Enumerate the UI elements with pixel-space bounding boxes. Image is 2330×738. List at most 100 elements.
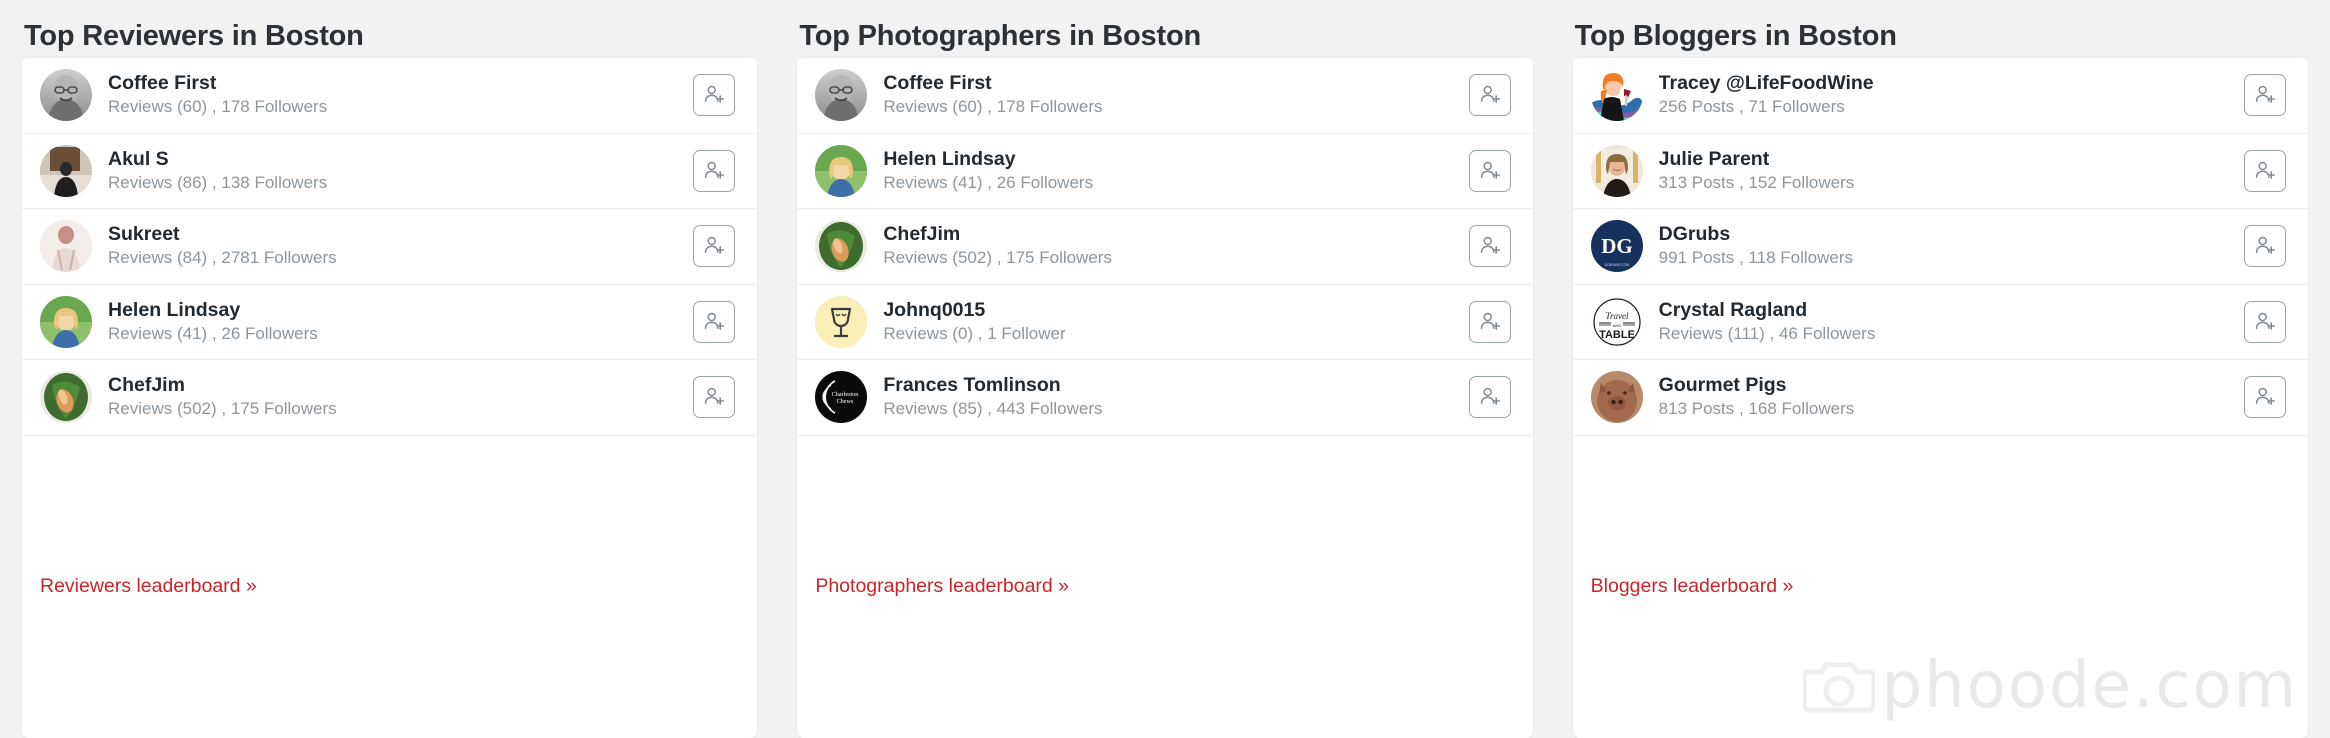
person-row[interactable]: Johnq0015 Reviews (0) , 1 Follower [797,284,1533,360]
person-name[interactable]: Akul S [108,147,693,171]
reviewers-leaderboard-link[interactable]: Reviewers leaderboard » [40,575,257,598]
add-user-icon [705,312,725,330]
follow-button[interactable] [693,300,736,343]
add-user-icon [705,86,725,104]
avatar: Charleston Chews [815,371,868,424]
svg-text:AND: AND [1612,323,1621,328]
person-meta: Reviews (0) , 1 Follower [883,323,1066,343]
follow-button[interactable] [1468,376,1511,419]
add-user-icon [705,237,725,255]
person-name[interactable]: Johnq0015 [883,298,1468,322]
person-info: DGrubs 991 Posts , 118 Followers [1643,222,2244,270]
person-row[interactable]: DG DGRUBS.COM DGrubs 991 Posts , 118 Follow… [1572,209,2308,285]
person-row[interactable]: Julie Parent 313 Posts , 152 Followers [1572,133,2308,209]
follow-button[interactable] [693,74,736,117]
follow-button[interactable] [2243,149,2286,192]
follow-button[interactable] [1468,300,1511,343]
reviewers-footer: Reviewers leaderboard » [22,435,758,738]
person-info: Crystal Ragland Reviews (111) , 46 Follow… [1643,298,2244,346]
add-user-icon [1480,388,1500,406]
person-info: Helen Lindsay Reviews (41) , 26 Followers [92,298,693,346]
follow-button[interactable] [2243,376,2286,419]
column-title-bloggers: Top Bloggers in Boston [1574,20,1897,52]
photographers-card: Coffee First Reviews (60) , 178 Followers… [797,58,1533,738]
person-name[interactable]: Coffee First [883,71,1468,95]
photographers-leaderboard-link[interactable]: Photographers leaderboard » [815,575,1069,598]
follow-button[interactable] [1468,225,1511,268]
avatar [815,295,868,348]
follow-button[interactable] [1468,149,1511,192]
person-name[interactable]: ChefJim [883,222,1468,246]
person-info: Sukreet Reviews (84) , 2781 Followers [92,222,693,270]
avatar [815,144,868,197]
person-row[interactable]: Akul S Reviews (86) , 138 Followers [22,133,758,209]
person-name[interactable]: Helen Lindsay [108,298,693,322]
avatar [40,144,92,197]
follow-button[interactable] [2243,74,2286,117]
person-meta: Reviews (111) , 46 Followers [1658,323,1876,343]
avatar [40,295,92,348]
bloggers-leaderboard-link[interactable]: Bloggers leaderboard » [1591,575,1794,598]
follow-button[interactable] [693,376,736,419]
person-name[interactable]: Crystal Ragland [1659,298,2244,322]
person-row[interactable]: Coffee First Reviews (60) , 178 Followers [797,58,1533,134]
person-info: Coffee First Reviews (60) , 178 Followers [867,71,1468,119]
column-bloggers: Top Bloggers in Boston Tracey @LifeFoodW… [1572,0,2308,738]
person-row[interactable]: Coffee First Reviews (60) , 178 Followers [22,58,758,134]
person-info: Frances Tomlinson Reviews (85) , 443 Foll… [867,373,1468,421]
add-user-icon [1480,86,1500,104]
person-row[interactable]: Charleston Chews Frances Tomlinson Reviews … [797,360,1533,436]
person-row[interactable]: Helen Lindsay Reviews (41) , 26 Followers [797,133,1533,209]
person-row[interactable]: ChefJim Reviews (502) , 175 Followers [22,360,758,436]
person-row[interactable]: Gourmet Pigs 813 Posts , 168 Followers [1572,360,2308,436]
add-user-icon [2255,86,2275,104]
column-photographers: Top Photographers in Boston Coffee First… [797,0,1533,738]
person-meta: Reviews (60) , 178 Followers [883,97,1103,117]
person-meta: Reviews (41) , 26 Followers [883,172,1094,192]
person-meta: Reviews (60) , 178 Followers [108,97,328,117]
reviewers-list: Coffee First Reviews (60) , 178 Followers… [22,58,758,436]
person-meta: Reviews (502) , 175 Followers [883,248,1112,268]
add-user-icon [1480,161,1500,179]
add-user-icon [705,388,725,406]
person-name[interactable]: ChefJim [108,373,693,397]
avatar [40,69,92,122]
follow-button[interactable] [693,149,736,192]
person-row[interactable]: Helen Lindsay Reviews (41) , 26 Followers [22,284,758,360]
avatar [1590,371,1643,424]
avatar [1590,144,1643,197]
person-name[interactable]: Gourmet Pigs [1659,373,2244,397]
follow-button[interactable] [2243,300,2286,343]
add-user-icon [2255,388,2275,406]
bloggers-list: Tracey @LifeFoodWine 256 Posts , 71 Follo… [1572,58,2308,436]
person-meta: 256 Posts , 71 Followers [1658,97,1845,117]
person-row[interactable]: Travel AND TABLE Crystal Ragland Reviews (11… [1572,284,2308,360]
top-users-panel: Top Reviewers in Boston Coffee First Revi… [0,0,2330,738]
bloggers-card: Tracey @LifeFoodWine 256 Posts , 71 Follo… [1572,58,2308,738]
person-name[interactable]: Coffee First [108,71,693,95]
person-name[interactable]: DGrubs [1659,222,2244,246]
person-meta: Reviews (86) , 138 Followers [108,172,328,192]
person-meta: Reviews (41) , 26 Followers [108,323,318,343]
person-row[interactable]: Tracey @LifeFoodWine 256 Posts , 71 Follo… [1572,58,2308,134]
add-user-icon [2255,312,2275,330]
person-name[interactable]: Tracey @LifeFoodWine [1659,71,2244,95]
avatar [40,220,92,273]
person-info: Tracey @LifeFoodWine 256 Posts , 71 Follo… [1643,71,2244,119]
person-info: ChefJim Reviews (502) , 175 Followers [92,373,693,421]
follow-button[interactable] [2243,225,2286,268]
column-title-reviewers: Top Reviewers in Boston [24,20,364,52]
follow-button[interactable] [1468,74,1511,117]
person-meta: Reviews (502) , 175 Followers [108,399,337,419]
person-row[interactable]: Sukreet Reviews (84) , 2781 Followers [22,209,758,285]
person-name[interactable]: Julie Parent [1659,147,2244,171]
follow-button[interactable] [693,225,736,268]
person-name[interactable]: Frances Tomlinson [883,373,1468,397]
avatar [815,220,868,273]
add-user-icon [1480,237,1500,255]
person-name[interactable]: Helen Lindsay [883,147,1468,171]
svg-text:Travel: Travel [1605,311,1629,321]
svg-text:Charleston: Charleston [832,391,859,398]
person-row[interactable]: ChefJim Reviews (502) , 175 Followers [797,209,1533,285]
person-name[interactable]: Sukreet [108,222,693,246]
